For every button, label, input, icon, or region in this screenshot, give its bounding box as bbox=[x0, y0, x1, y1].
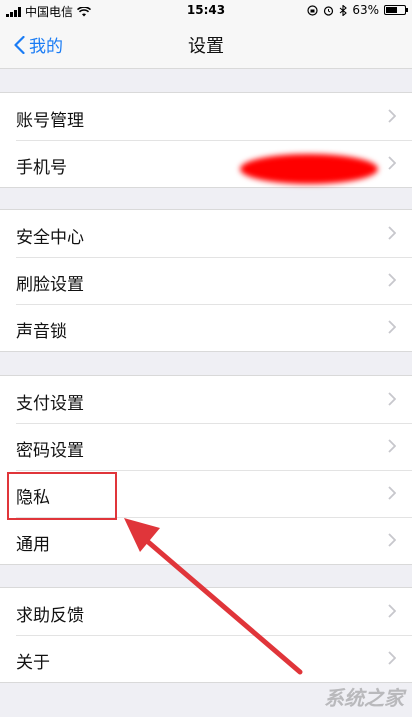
row-label: 关于 bbox=[16, 653, 50, 673]
chevron-right-icon bbox=[388, 273, 396, 287]
chevron-right-icon bbox=[388, 651, 396, 665]
row-label: 密码设置 bbox=[16, 441, 84, 461]
row-label: 求助反馈 bbox=[16, 606, 84, 626]
settings-group-help: 求助反馈 关于 bbox=[0, 587, 412, 683]
row-label: 刷脸设置 bbox=[16, 275, 84, 295]
settings-row-help-feedback[interactable]: 求助反馈 bbox=[0, 588, 412, 635]
status-right: 63% bbox=[307, 3, 408, 17]
row-label: 账号管理 bbox=[16, 111, 84, 131]
bluetooth-icon bbox=[339, 4, 348, 16]
chevron-right-icon bbox=[388, 533, 396, 547]
settings-group-payment: 支付设置 密码设置 隐私 通用 bbox=[0, 375, 412, 565]
battery-percent: 63% bbox=[352, 3, 379, 17]
privacy-highlight-box bbox=[7, 472, 117, 520]
settings-row-payment-settings[interactable]: 支付设置 bbox=[0, 376, 412, 423]
battery-icon bbox=[384, 5, 408, 15]
row-label: 支付设置 bbox=[16, 394, 84, 414]
row-label: 安全中心 bbox=[16, 228, 84, 248]
status-bar: 中国电信 15:43 63% bbox=[0, 0, 412, 20]
watermark-logo: 系统之家 bbox=[324, 686, 404, 710]
settings-group-security: 安全中心 刷脸设置 声音锁 bbox=[0, 209, 412, 352]
settings-row-face-settings[interactable]: 刷脸设置 bbox=[0, 257, 412, 304]
chevron-right-icon bbox=[388, 439, 396, 453]
redacted-phone-value bbox=[240, 154, 378, 184]
chevron-right-icon bbox=[388, 320, 396, 334]
alarm-icon bbox=[324, 5, 334, 16]
chevron-right-icon bbox=[388, 156, 396, 170]
settings-row-phone-number[interactable]: 手机号 bbox=[0, 140, 412, 187]
chevron-right-icon bbox=[388, 226, 396, 240]
row-label: 通用 bbox=[16, 535, 50, 555]
settings-row-general[interactable]: 通用 bbox=[0, 517, 412, 564]
settings-row-security-center[interactable]: 安全中心 bbox=[0, 210, 412, 257]
settings-row-password-settings[interactable]: 密码设置 bbox=[0, 423, 412, 470]
settings-group-account: 账号管理 手机号 bbox=[0, 92, 412, 188]
orientation-lock-icon bbox=[307, 4, 318, 16]
chevron-right-icon bbox=[388, 486, 396, 500]
nav-bar: 我的 设置 bbox=[0, 20, 412, 69]
chevron-right-icon bbox=[388, 604, 396, 618]
chevron-right-icon bbox=[388, 109, 396, 123]
row-label: 声音锁 bbox=[16, 322, 67, 342]
settings-row-account-management[interactable]: 账号管理 bbox=[0, 93, 412, 140]
settings-row-voice-lock[interactable]: 声音锁 bbox=[0, 304, 412, 351]
page-title: 设置 bbox=[188, 36, 224, 57]
chevron-right-icon bbox=[388, 392, 396, 406]
row-label: 手机号 bbox=[16, 158, 67, 178]
settings-row-about[interactable]: 关于 bbox=[0, 635, 412, 682]
